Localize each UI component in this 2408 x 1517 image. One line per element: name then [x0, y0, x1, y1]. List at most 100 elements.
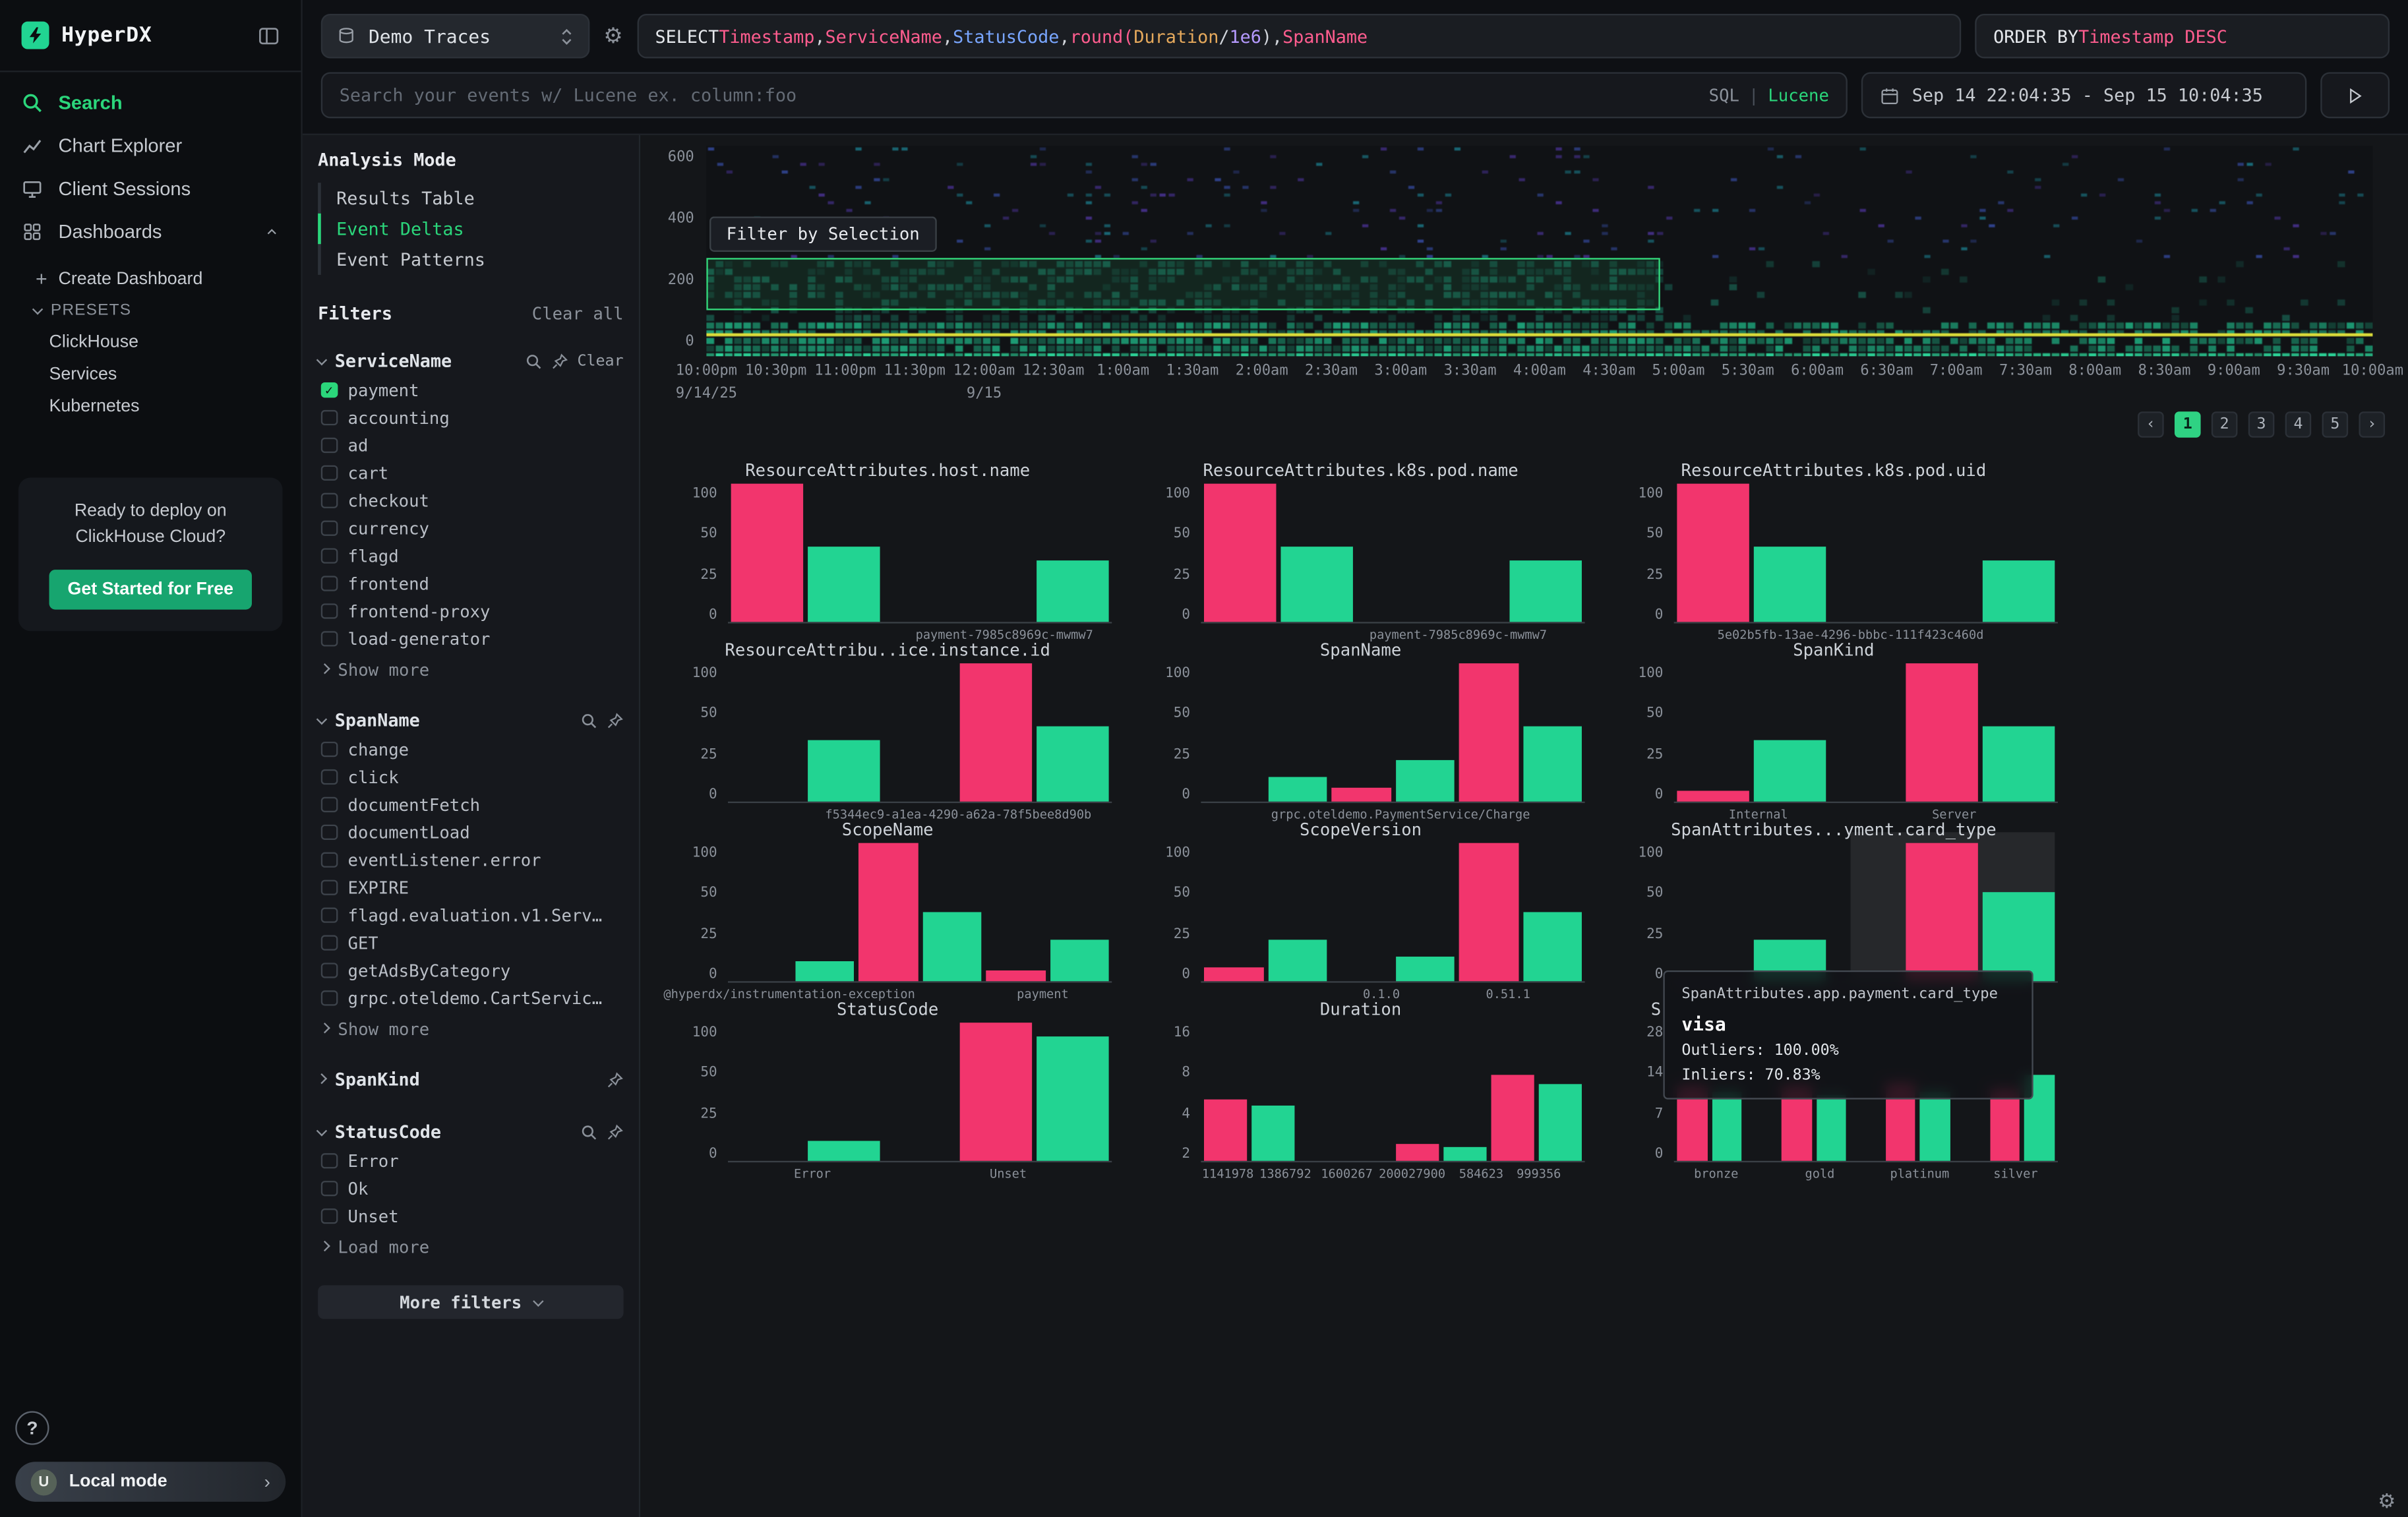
sidebar-item-dashboards[interactable]: Dashboards [0, 210, 301, 253]
order-by-input[interactable]: ORDER BY Timestamp DESC [1975, 14, 2390, 59]
outlier-bar[interactable] [1459, 843, 1519, 982]
checkbox[interactable] [321, 879, 337, 895]
inlier-bar[interactable] [1510, 560, 1582, 622]
filter-group-statuscode[interactable]: StatusCode [318, 1116, 623, 1147]
sidebar-preset-services[interactable]: Services [0, 358, 301, 390]
inlier-bar[interactable] [1816, 1094, 1846, 1161]
pin-icon[interactable] [607, 1071, 624, 1088]
filter-option-payment[interactable]: ✓payment [318, 376, 623, 404]
help-button[interactable]: ? [15, 1411, 49, 1444]
source-select[interactable]: Demo Traces [321, 14, 590, 59]
inlier-bar[interactable] [1983, 891, 2055, 981]
filter-group-servicename[interactable]: ServiceNameClear [318, 345, 623, 376]
settings-gear-icon[interactable]: ⚙ [2378, 1491, 2395, 1514]
inlier-bar[interactable] [1712, 1092, 1742, 1161]
outlier-bar[interactable] [961, 663, 1033, 802]
filter-option-getadsbycategory[interactable]: getAdsByCategory [318, 957, 623, 984]
filter-option-accounting[interactable]: accounting [318, 404, 623, 432]
analysis-mode-event-patterns[interactable]: Event Patterns [318, 244, 623, 275]
pin-icon[interactable] [607, 1123, 624, 1141]
outlier-bar[interactable] [1204, 1098, 1248, 1160]
checkbox[interactable] [321, 824, 337, 840]
outlier-bar[interactable] [1331, 788, 1391, 802]
checkbox[interactable] [321, 1180, 337, 1196]
outlier-bar[interactable] [1906, 843, 1978, 982]
outlier-bar[interactable] [1677, 790, 1749, 802]
inlier-bar[interactable] [1753, 546, 1825, 622]
sidebar-preset-kubernetes[interactable]: Kubernetes [0, 390, 301, 423]
checkbox[interactable] [321, 548, 337, 564]
checkbox[interactable] [321, 520, 337, 536]
inlier-bar[interactable] [795, 961, 854, 981]
filter-option-load-generator[interactable]: load-generator [318, 625, 623, 653]
timeline-plot[interactable]: Filter by Selection [706, 146, 2372, 356]
outlier-bar[interactable] [1204, 484, 1276, 622]
page-button-4[interactable]: 4 [2285, 411, 2312, 438]
inlier-bar[interactable] [808, 546, 880, 622]
sidebar-collapse-icon[interactable] [258, 25, 280, 45]
inlier-bar[interactable] [808, 739, 880, 801]
inlier-bar[interactable] [1753, 739, 1825, 801]
inlier-bar[interactable] [1395, 957, 1455, 982]
inlier-bar[interactable] [1522, 725, 1582, 801]
checkbox[interactable] [321, 741, 337, 757]
filter-option-ok[interactable]: Ok [318, 1175, 623, 1203]
outlier-bar[interactable] [1677, 484, 1749, 622]
sidebar-item-client-sessions[interactable]: Client Sessions [0, 167, 301, 210]
inlier-bar[interactable] [1395, 760, 1455, 802]
checkbox[interactable] [321, 1153, 337, 1169]
checkbox[interactable] [321, 465, 337, 481]
pin-icon[interactable] [607, 712, 624, 729]
inlier-bar[interactable] [1251, 1106, 1295, 1161]
search-icon[interactable] [580, 712, 597, 729]
inlier-bar[interactable] [1268, 939, 1327, 981]
outlier-bar[interactable] [1491, 1075, 1534, 1161]
outlier-bar[interactable] [961, 1023, 1033, 1161]
analysis-mode-results-table[interactable]: Results Table [318, 183, 623, 214]
checkbox[interactable] [321, 603, 337, 619]
filter-option-frontend-proxy[interactable]: frontend-proxy [318, 597, 623, 625]
page-next-button[interactable]: › [2359, 411, 2385, 438]
lang-sql[interactable]: SQL [1709, 85, 1739, 105]
outlier-bar[interactable] [986, 970, 1045, 982]
checkbox-checked[interactable]: ✓ [321, 382, 337, 398]
inlier-bar[interactable] [808, 1140, 880, 1160]
inlier-bar[interactable] [1037, 725, 1109, 801]
presets-toggle[interactable]: PRESETS [0, 295, 301, 326]
page-button-1[interactable]: 1 [2175, 411, 2201, 438]
outlier-bar[interactable] [1990, 1089, 2020, 1161]
inlier-bar[interactable] [1280, 546, 1352, 622]
filter-option-flagd-evaluation-v1-serv[interactable]: flagd.evaluation.v1.Serv… [318, 901, 623, 929]
create-dashboard-button[interactable]: + Create Dashboard [0, 262, 301, 295]
date-range-picker[interactable]: Sep 14 22:04:35 - Sep 15 10:04:35 [1861, 72, 2306, 118]
filter-by-selection-button[interactable]: Filter by Selection [709, 216, 936, 252]
inlier-bar[interactable] [1920, 1092, 1950, 1161]
sidebar-item-chart-explorer[interactable]: Chart Explorer [0, 125, 301, 167]
pin-icon[interactable] [551, 353, 568, 370]
checkbox[interactable] [321, 935, 337, 951]
filter-option-flagd[interactable]: flagd [318, 542, 623, 570]
search-icon[interactable] [525, 353, 542, 370]
filter-group-clear[interactable]: Clear [577, 353, 623, 370]
filter-option-get[interactable]: GET [318, 929, 623, 957]
local-mode-button[interactable]: U Local mode › [15, 1462, 286, 1502]
filter-option-change[interactable]: change [318, 736, 623, 763]
filter-group-spanname[interactable]: SpanName [318, 705, 623, 736]
timeline-selection-region[interactable] [706, 257, 1659, 310]
checkbox[interactable] [321, 1208, 337, 1224]
filter-option-click[interactable]: click [318, 763, 623, 791]
filter-option-error[interactable]: Error [318, 1147, 623, 1175]
checkbox[interactable] [321, 769, 337, 785]
sidebar-preset-clickhouse[interactable]: ClickHouse [0, 326, 301, 358]
checkbox[interactable] [321, 796, 337, 812]
checkbox[interactable] [321, 409, 337, 425]
checkbox[interactable] [321, 990, 337, 1006]
checkbox[interactable] [321, 963, 337, 978]
checkbox[interactable] [321, 631, 337, 647]
checkbox[interactable] [321, 492, 337, 508]
sidebar-item-search[interactable]: Search [0, 81, 301, 124]
analysis-mode-event-deltas[interactable]: Event Deltas [318, 214, 623, 245]
filter-load-more-statuscode[interactable]: Load more [318, 1233, 623, 1261]
filter-option-documentfetch[interactable]: documentFetch [318, 790, 623, 818]
filter-option-checkout[interactable]: checkout [318, 487, 623, 514]
